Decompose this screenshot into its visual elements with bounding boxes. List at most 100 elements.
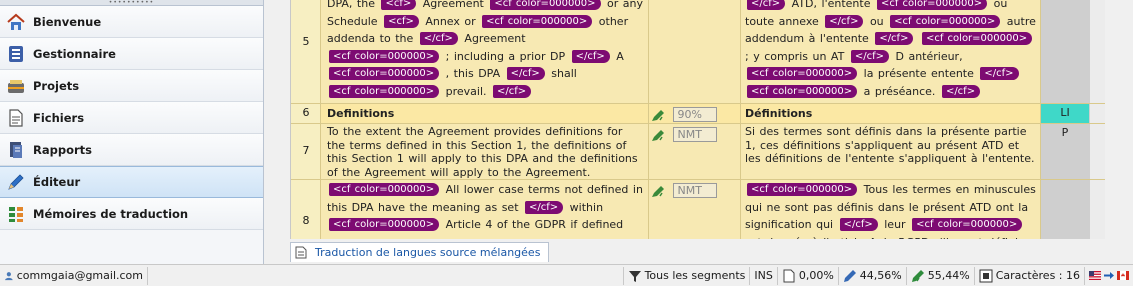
source-cell[interactable]: To the extent the Agreement provides def… (321, 124, 649, 179)
inline-format-tag[interactable]: <cf color=000000> (747, 84, 858, 98)
sidebar-item-label: Éditeur (33, 175, 81, 189)
page-icon (783, 269, 795, 282)
arrow-right-icon (1104, 272, 1114, 279)
character-count-icon (979, 269, 993, 282)
inline-format-tag[interactable]: </cf> (941, 84, 981, 98)
role-cell: P (1041, 124, 1089, 179)
inline-format-tag[interactable]: </cf> (839, 218, 878, 231)
segment-text: ; including a prior DP (445, 49, 566, 63)
segment-text: D antérieur, (895, 49, 963, 63)
segment-text: shall (551, 67, 577, 80)
target-cell[interactable]: Si des termes sont définis dans la prése… (741, 124, 1041, 179)
segment-text: Agreement (422, 0, 484, 10)
inline-format-tag[interactable]: <cf color=000000> (747, 67, 858, 80)
status-cell: 90% (649, 104, 741, 123)
segment-text: la présente entente (863, 67, 974, 80)
target-text: Si des termes sont définis dans la prése… (745, 125, 1035, 165)
inline-format-tag[interactable]: </cf> (493, 84, 532, 98)
target-cell[interactable]: <cf color=000000> Tous les termes en min… (741, 180, 1041, 239)
target-cell[interactable]: Définitions (741, 104, 1041, 123)
inline-format-tag[interactable]: </cf> (525, 200, 564, 214)
user-account[interactable]: commgaia@gmail.com (0, 266, 148, 285)
inline-format-tag[interactable]: <cf color=000000> (329, 84, 440, 98)
confirmed-pencil-icon (911, 269, 924, 282)
segment-filter[interactable]: Tous les segments (624, 266, 751, 285)
inline-format-tag[interactable]: <cf color=000000> (329, 49, 440, 63)
status-bar: commgaia@gmail.com Tous les segments INS… (0, 264, 1133, 286)
inline-format-tag[interactable]: </cf> (747, 0, 786, 10)
confirmed-progress-value: 55,44% (927, 269, 970, 282)
inline-format-tag[interactable]: <cf color=000000> (329, 67, 440, 80)
segment-number-cell: 6 (291, 104, 321, 123)
segment-number: 7 (302, 144, 310, 157)
sidebar-item-editeur[interactable]: Éditeur (0, 166, 263, 198)
segment-text: DPA, the (327, 0, 375, 10)
sidebar-item-label: Bienvenue (33, 14, 102, 29)
target-cell[interactable]: </cf> ATD, l'entente <cf color=000000> o… (741, 0, 1041, 103)
inline-format-tag[interactable]: <cf color=000000> (329, 183, 440, 196)
row-scroll-gutter (1089, 104, 1105, 123)
navigation-sidebar: •••••••••• Bienvenue Gestionnaire Projet… (0, 0, 264, 264)
target-text: Définitions (745, 107, 813, 120)
segment-row-7[interactable]: 7 To the extent the Agreement provides d… (291, 124, 1105, 180)
sidebar-item-projets[interactable]: Projets (0, 70, 263, 102)
inline-format-tag[interactable]: </cf> (506, 67, 545, 80)
sidebar-item-bienvenue[interactable]: Bienvenue (0, 6, 263, 38)
nmt-badge: NMT (672, 127, 717, 142)
role-cell (1041, 180, 1089, 239)
segment-row-6[interactable]: 6 Definitions 90% Définitions LI (291, 104, 1105, 124)
segment-row-5[interactable]: 5 DPA, the <cf> Agreement <cf color=0000… (291, 0, 1105, 104)
inline-format-tag[interactable]: </cf> (419, 32, 458, 45)
role-tag: P (1061, 126, 1069, 139)
source-cell[interactable]: <cf color=000000> All lower case terms n… (321, 180, 649, 239)
tab-mixed-source-translation[interactable]: Traduction de langues source mélangées (290, 242, 550, 262)
source-text: Definitions (327, 107, 395, 120)
inline-format-tag[interactable]: <cf color=000000> (876, 0, 988, 10)
segment-number: 6 (302, 106, 310, 119)
editor-pen-icon (8, 174, 24, 190)
row-scroll-gutter (1089, 180, 1105, 239)
edit-progress: 44,56% (839, 266, 907, 285)
segment-text: ou (869, 14, 884, 28)
inline-format-tag[interactable]: <cf color=000000> (890, 14, 1001, 28)
sidebar-item-rapports[interactable]: Rapports (0, 134, 263, 166)
insert-mode-indicator[interactable]: INS (750, 266, 778, 285)
inline-format-tag[interactable]: <cf color=000000> (490, 0, 601, 10)
source-cell[interactable]: Definitions (321, 104, 649, 123)
match-percentage-badge: 90% (672, 107, 717, 122)
source-text: To the extent the Agreement provides def… (327, 125, 638, 179)
sidebar-item-label: Projets (33, 78, 80, 93)
document-icon (295, 246, 307, 259)
sidebar-item-fichiers[interactable]: Fichiers (0, 102, 263, 134)
segment-text: A (616, 49, 624, 63)
home-icon (7, 13, 25, 30)
inline-format-tag[interactable]: <cf> (384, 14, 419, 28)
character-count-value: Caractères : 16 (995, 269, 1080, 282)
inline-format-tag[interactable]: <cf color=000000> (921, 32, 1033, 45)
inline-format-tag[interactable]: <cf color=000000> (912, 218, 1023, 231)
segment-text: prevail. (445, 84, 487, 98)
segment-row-8[interactable]: 8 <cf color=000000> All lower case terms… (291, 180, 1105, 239)
document-progress-value: 0,00% (798, 269, 834, 282)
inline-format-tag[interactable]: </cf> (825, 14, 864, 28)
inline-format-tag[interactable]: <cf color=000000> (329, 218, 440, 231)
inline-format-tag[interactable]: </cf> (980, 67, 1019, 80)
language-pair[interactable] (1085, 267, 1133, 285)
inline-format-tag[interactable]: <cf color=000000> (482, 14, 593, 28)
segment-grid: 5 DPA, the <cf> Agreement <cf color=0000… (290, 0, 1105, 239)
document-tabs: Traduction de langues source mélangées (290, 242, 550, 263)
edit-match-icon (652, 129, 664, 141)
inline-format-tag[interactable]: <cf> (381, 0, 417, 10)
inline-format-tag[interactable]: </cf> (571, 49, 610, 63)
editor-window: •••••••••• Bienvenue Gestionnaire Projet… (0, 0, 1133, 286)
sidebar-item-memoires-de-traduction[interactable]: Mémoires de traduction (0, 198, 263, 230)
source-cell[interactable]: DPA, the <cf> Agreement <cf color=000000… (321, 0, 649, 103)
inline-format-tag[interactable]: </cf> (875, 32, 914, 45)
status-cell: NMT (649, 124, 741, 179)
segment-text: ; y compris un AT (745, 49, 845, 63)
segment-text: est donnée à l'article 4 du RGPD s'ils s… (745, 236, 1024, 240)
segment-number: 8 (302, 214, 310, 227)
inline-format-tag[interactable]: </cf> (850, 49, 889, 63)
inline-format-tag[interactable]: <cf color=000000> (747, 183, 858, 196)
sidebar-item-gestionnaire[interactable]: Gestionnaire (0, 38, 263, 70)
